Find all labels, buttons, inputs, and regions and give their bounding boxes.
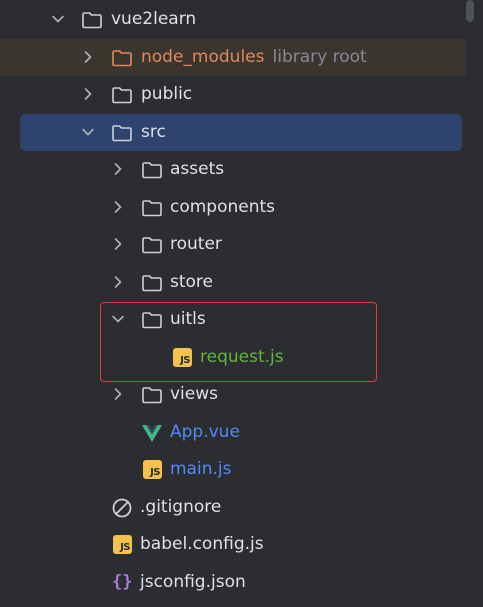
chevron-right-icon[interactable] bbox=[110, 236, 126, 252]
gitignore-icon bbox=[112, 498, 132, 518]
chevron-right-icon[interactable] bbox=[80, 49, 96, 65]
chevron-right-icon[interactable] bbox=[110, 274, 126, 290]
json-file-icon: {} bbox=[112, 572, 133, 592]
tree-item-store[interactable]: store bbox=[0, 264, 466, 301]
folder-icon bbox=[112, 125, 132, 142]
chevron-right-icon[interactable] bbox=[110, 161, 126, 177]
tree-item-assets[interactable]: assets bbox=[0, 151, 466, 188]
tree-item-router[interactable]: router bbox=[0, 226, 466, 263]
javascript-file-icon: JS bbox=[143, 460, 162, 479]
chevron-right-icon[interactable] bbox=[110, 386, 126, 402]
tree-item-label: .gitignore bbox=[140, 497, 222, 517]
tree-item-gitignore[interactable]: .gitignore bbox=[0, 489, 466, 526]
tree-item-jsconfig[interactable]: {} jsconfig.json bbox=[0, 564, 466, 601]
tree-item-app-vue[interactable]: App.vue bbox=[0, 414, 466, 451]
chevron-down-icon[interactable] bbox=[50, 11, 66, 27]
tree-item-babel-config[interactable]: JS babel.config.js bbox=[0, 526, 466, 563]
folder-icon bbox=[142, 237, 162, 254]
vertical-scrollbar-thumb[interactable] bbox=[466, 0, 474, 22]
excluded-folder-icon bbox=[112, 50, 132, 67]
folder-icon bbox=[82, 12, 102, 29]
tree-item-label: babel.config.js bbox=[140, 534, 264, 554]
tree-item-label: router bbox=[170, 234, 222, 254]
chevron-right-icon[interactable] bbox=[110, 199, 126, 215]
chevron-right-icon[interactable] bbox=[80, 86, 96, 102]
tree-item-vue2learn[interactable]: vue2learn bbox=[0, 1, 466, 38]
vue-file-icon bbox=[142, 425, 162, 442]
tree-item-public[interactable]: public bbox=[0, 76, 466, 113]
tree-item-label: App.vue bbox=[170, 422, 240, 442]
javascript-file-icon: JS bbox=[113, 535, 132, 554]
tree-item-label: main.js bbox=[170, 459, 232, 479]
folder-icon bbox=[142, 387, 162, 404]
tree-item-label: src bbox=[141, 122, 166, 142]
tree-item-src[interactable]: src bbox=[20, 114, 462, 151]
tree-item-label: assets bbox=[170, 159, 225, 179]
folder-icon bbox=[112, 87, 132, 104]
tree-item-label: node_modules bbox=[141, 47, 265, 67]
chevron-down-icon[interactable] bbox=[80, 124, 96, 140]
tree-item-node-modules[interactable]: node_modules library root bbox=[0, 39, 466, 76]
folder-icon bbox=[142, 200, 162, 217]
folder-icon bbox=[142, 162, 162, 179]
tree-item-label: store bbox=[170, 272, 213, 292]
tree-item-label: vue2learn bbox=[111, 9, 197, 29]
highlight-annotation-box bbox=[100, 302, 377, 382]
tree-item-main-js[interactable]: JS main.js bbox=[0, 451, 466, 488]
folder-icon bbox=[142, 275, 162, 292]
tree-item-components[interactable]: components bbox=[0, 189, 466, 226]
tree-item-label: jsconfig.json bbox=[140, 572, 246, 592]
library-root-hint: library root bbox=[272, 47, 367, 67]
tree-item-label: public bbox=[141, 84, 193, 104]
tree-item-label: components bbox=[170, 197, 276, 217]
